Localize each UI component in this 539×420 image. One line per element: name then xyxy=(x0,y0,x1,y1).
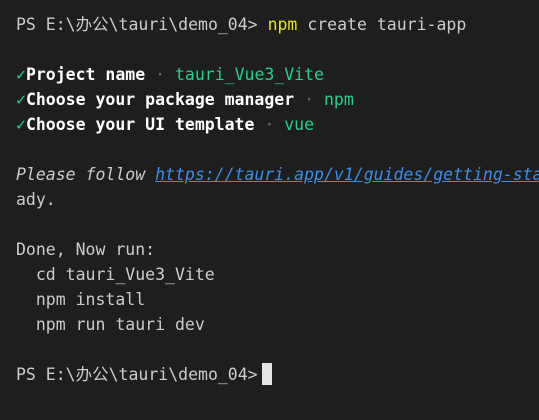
step-value: tauri_Vue3_Vite xyxy=(174,65,324,84)
check-icon: ✓ xyxy=(16,90,26,109)
step-label: Project name xyxy=(25,65,146,84)
command-args: create tauri-app xyxy=(307,15,467,34)
command-line: PS E:\办公\tauri\demo_04> npm create tauri… xyxy=(16,12,539,37)
step-line-package-manager: ✓Choose your package manager · npm xyxy=(16,87,539,112)
run-command: npm install xyxy=(35,290,146,309)
run-command: cd tauri_Vue3_Vite xyxy=(35,265,215,284)
step-value: npm xyxy=(323,90,354,109)
dot-separator: · xyxy=(264,115,275,134)
run-command-line: cd tauri_Vue3_Vite xyxy=(16,262,539,287)
run-command-line: npm install xyxy=(16,287,539,312)
check-icon: ✓ xyxy=(16,115,26,134)
prompt-path: PS E:\办公\tauri\demo_04> xyxy=(16,15,258,34)
dot-separator: · xyxy=(304,90,315,109)
follow-tail: ady. xyxy=(16,190,56,209)
run-command-line: npm run tauri dev xyxy=(16,312,539,337)
step-label: Choose your UI template xyxy=(25,115,255,134)
follow-text: Please follow xyxy=(16,165,146,184)
step-label: Choose your package manager xyxy=(25,90,295,109)
run-command: npm run tauri dev xyxy=(35,315,205,334)
terminal-window[interactable]: PS E:\办公\tauri\demo_04> npm create tauri… xyxy=(0,0,539,420)
follow-line: Please follow https://tauri.app/v1/guide… xyxy=(16,162,539,187)
done-line: Done, Now run: xyxy=(16,237,539,262)
step-value: vue xyxy=(284,115,315,134)
command-npm: npm xyxy=(267,15,298,34)
input-prompt-line[interactable]: PS E:\办公\tauri\demo_04> xyxy=(16,362,539,387)
follow-tail-line: ady. xyxy=(16,187,539,212)
check-icon: ✓ xyxy=(16,65,26,84)
guide-link[interactable]: https://tauri.app/v1/guides/getting-sta xyxy=(155,165,539,184)
prompt-path: PS E:\办公\tauri\demo_04> xyxy=(16,365,258,384)
dot-separator: · xyxy=(155,65,166,84)
step-line-project-name: ✓Project name · tauri_Vue3_Vite xyxy=(16,62,539,87)
done-text: Done, Now run: xyxy=(16,240,156,259)
text-cursor[interactable] xyxy=(261,363,272,385)
step-line-ui-template: ✓Choose your UI template · vue xyxy=(16,112,539,137)
